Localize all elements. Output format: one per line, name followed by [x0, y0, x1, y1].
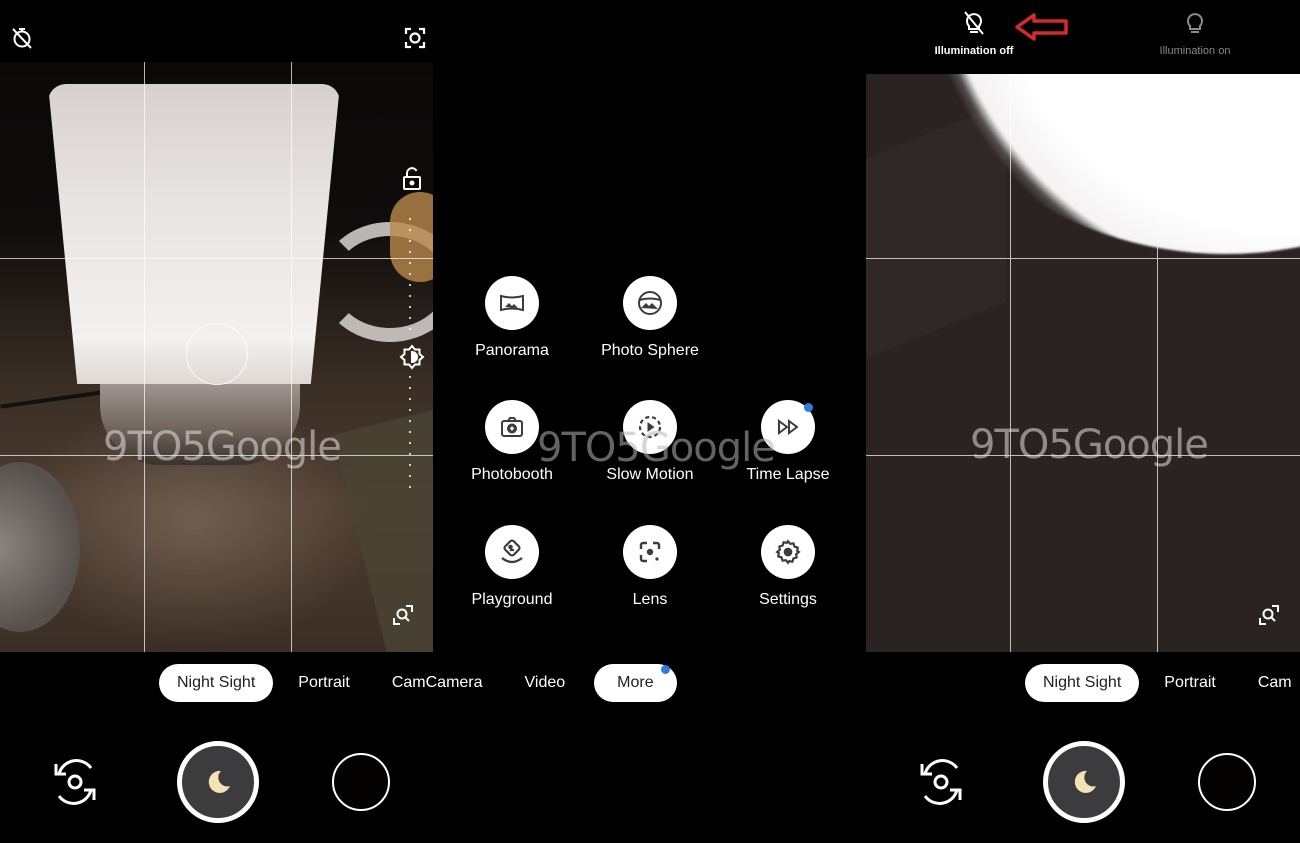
lightbulb-icon [1184, 10, 1206, 41]
mode-label: Settings [759, 591, 817, 608]
zoom-search-icon[interactable] [1257, 603, 1281, 627]
watermark: 9TO5Google [970, 422, 1209, 468]
mode-photobooth[interactable]: Photobooth [447, 400, 577, 484]
mode-tabs-right: Night Sight Portrait Cam [1025, 664, 1300, 702]
illumination-on-button[interactable]: Illumination on [1135, 10, 1255, 57]
more-modes-panel: 9TO5Google Panorama Photo Sphere Photobo… [433, 0, 866, 843]
tab-night-sight[interactable]: Night Sight [159, 664, 274, 702]
illumination-off-label: Illumination off [934, 45, 1014, 57]
time-lapse-icon [761, 400, 815, 454]
grid-line [866, 258, 1300, 259]
tab-portrait[interactable]: Portrait [1146, 664, 1234, 702]
tab-portrait[interactable]: Portrait [280, 664, 368, 702]
gallery-thumbnail[interactable] [332, 753, 390, 811]
focus-ring [186, 323, 248, 385]
watermark: 9TO5Google [103, 424, 342, 470]
mode-label: Photobooth [471, 466, 553, 483]
grid-line [0, 258, 433, 259]
gallery-thumbnail[interactable] [1198, 753, 1256, 811]
new-badge [660, 665, 670, 674]
mode-photo-sphere[interactable]: Photo Sphere [585, 276, 715, 360]
mode-lens[interactable]: Lens [585, 525, 715, 609]
mode-playground[interactable]: Playground [447, 525, 577, 609]
mode-label: Lens [632, 591, 668, 608]
tab-night-sight[interactable]: Night Sight [1025, 664, 1140, 702]
new-badge [804, 403, 813, 412]
tab-more-wrap: More [594, 664, 677, 702]
mode-tabs: Night Sight Portrait CamCamera Video Mor… [159, 664, 677, 702]
viewfinder-right[interactable]: 9TO5Google [866, 74, 1300, 652]
mode-label: Time Lapse [746, 466, 830, 483]
shutter-button[interactable] [1043, 741, 1125, 823]
flip-camera-icon [920, 759, 962, 805]
camera-panel-left: 9TO5Google [0, 0, 433, 843]
mode-slow-motion[interactable]: Slow Motion [585, 400, 715, 484]
camera-panel-right: 9TO5Google [866, 0, 1300, 843]
mode-panorama[interactable]: Panorama [447, 276, 577, 360]
grid-line [144, 62, 145, 652]
exposure-lock-icon[interactable] [400, 166, 424, 192]
flip-camera-icon [54, 759, 96, 805]
flip-camera-button[interactable] [913, 754, 969, 810]
annotation-arrow-icon [1014, 12, 1070, 47]
mode-label: Playground [471, 591, 553, 608]
slow-motion-icon [623, 400, 677, 454]
mode-label: Slow Motion [606, 466, 694, 483]
viewfinder-left[interactable]: 9TO5Google [0, 62, 433, 652]
zoom-search-icon[interactable] [391, 603, 415, 627]
tab-camera[interactable]: Cam [1240, 664, 1300, 702]
flip-camera-button[interactable] [47, 754, 103, 810]
photobooth-icon [485, 400, 539, 454]
mode-label: Photo Sphere [601, 342, 699, 359]
grid-line [291, 62, 292, 652]
panorama-icon [485, 276, 539, 330]
scene-photo [866, 74, 1300, 652]
tab-video[interactable]: Video [507, 664, 584, 702]
lightbulb-off-icon [963, 10, 985, 41]
photo-sphere-icon [623, 276, 677, 330]
playground-icon [485, 525, 539, 579]
tab-camera[interactable]: CamCamera [374, 664, 501, 702]
grid-line [1010, 74, 1011, 652]
shutter-button[interactable] [177, 741, 259, 823]
timer-off-icon[interactable] [8, 24, 36, 52]
grid-line [1157, 74, 1158, 652]
settings-icon [761, 525, 815, 579]
illumination-on-label: Illumination on [1159, 45, 1231, 57]
mode-label: Panorama [475, 342, 549, 359]
mode-time-lapse[interactable]: Time Lapse [723, 400, 853, 484]
mode-settings[interactable]: Settings [723, 525, 853, 609]
moon-icon [1074, 770, 1096, 793]
moon-icon [208, 770, 230, 793]
brightness-icon[interactable] [398, 343, 426, 371]
lens-icon [623, 525, 677, 579]
lens-scan-icon[interactable] [401, 24, 429, 52]
